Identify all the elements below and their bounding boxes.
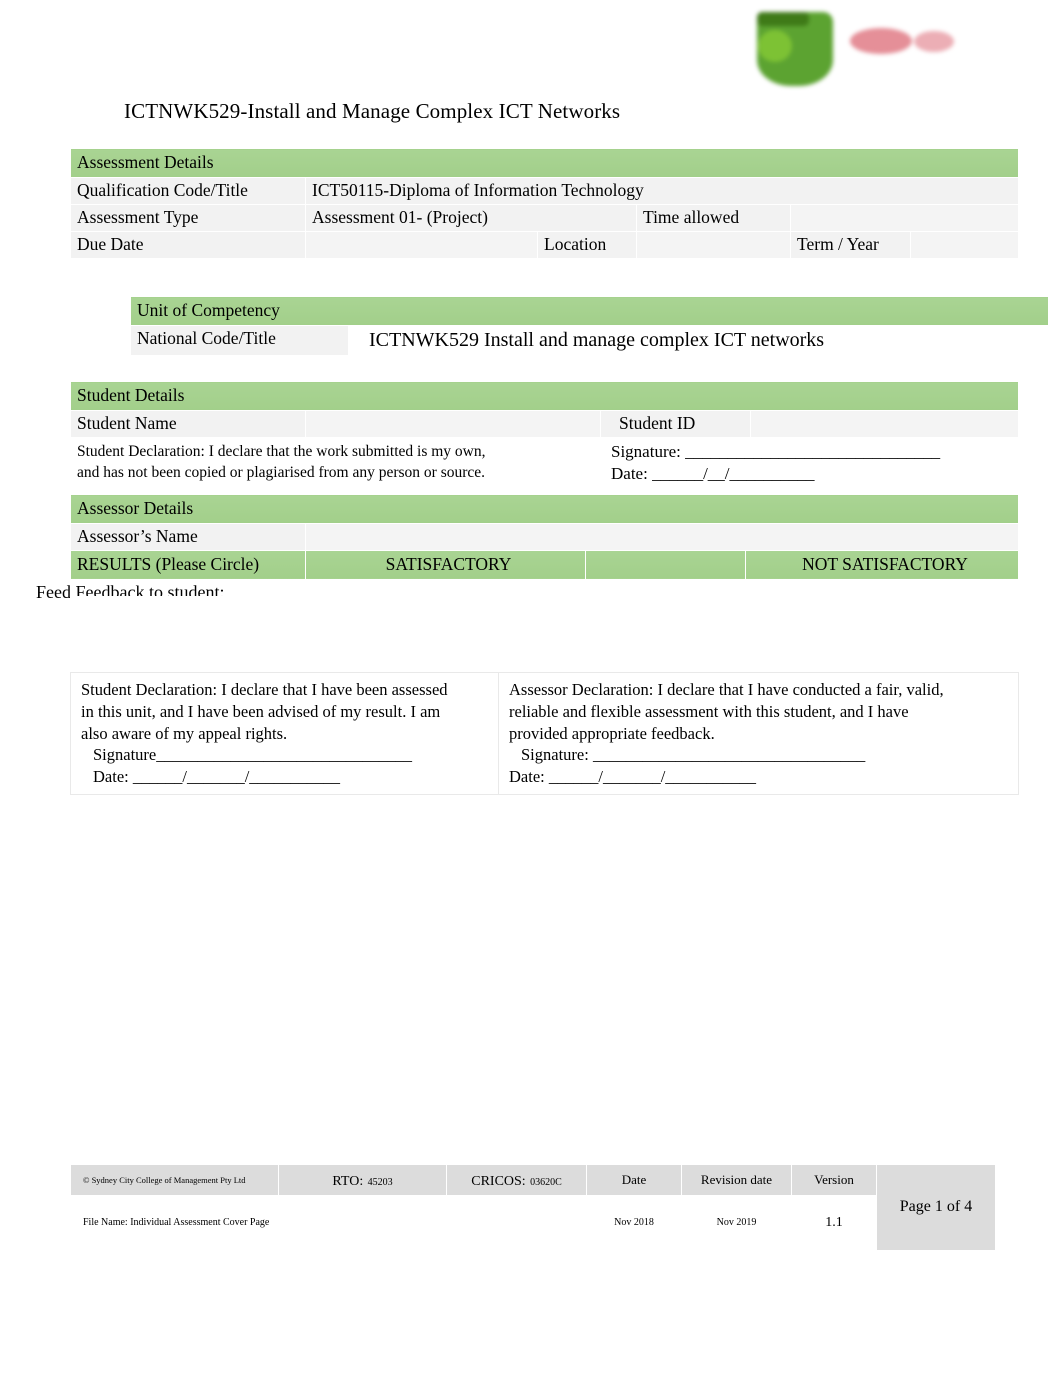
due-date-value[interactable] xyxy=(305,230,538,259)
national-code-value[interactable]: ICTNWK529 Install and manage complex ICT… xyxy=(347,324,1050,356)
student-date-field[interactable]: Date: ______/__/__________ xyxy=(611,463,1018,485)
footer-date-header: Date xyxy=(586,1164,682,1196)
student-decl-line1: Student Declaration: I declare that I ha… xyxy=(81,680,448,699)
due-date-label: Due Date xyxy=(70,230,306,259)
footer-cricos-value: 03620C xyxy=(530,1177,562,1188)
results-spacer xyxy=(585,549,746,580)
page-indicator: Page 1 of 4 xyxy=(876,1164,996,1251)
footer-cricos-cell: CRICOS: 03620C xyxy=(446,1164,587,1196)
assessor-decl-line1: Assessor Declaration: I declare that I h… xyxy=(509,680,944,699)
table-row: Student Details xyxy=(69,381,1020,411)
assessment-type-value[interactable]: Assessment 01- (Project) xyxy=(305,203,637,232)
student-decl-line3: also aware of my appeal rights. xyxy=(81,723,288,743)
table-row: Assessment Type Assessment 01- (Project)… xyxy=(70,203,1020,232)
logo-word-1 xyxy=(850,28,912,54)
assessor-name-label: Assessor’s Name xyxy=(70,522,306,551)
shield-dot-icon xyxy=(758,30,792,62)
footer-date-value: Nov 2018 xyxy=(586,1194,682,1251)
student-decl-signature[interactable]: Signature_______________________________ xyxy=(81,744,490,766)
student-name-value[interactable] xyxy=(305,409,601,438)
student-details-heading: Student Details xyxy=(69,381,1020,411)
logo-word-2 xyxy=(914,31,954,52)
table-row: Student Name Student ID xyxy=(70,409,1020,438)
student-name-label: Student Name xyxy=(70,409,306,438)
unit-competency-heading: Unit of Competency xyxy=(129,296,1050,326)
result-satisfactory-option[interactable]: SATISFACTORY xyxy=(305,549,586,580)
footer-rto-cell: RTO: 45203 xyxy=(278,1164,447,1196)
table-row: Qualification Code/Title ICT50115-Diplom… xyxy=(70,176,1020,205)
footer-file-name: File Name: Individual Assessment Cover P… xyxy=(70,1194,587,1251)
page-title: ICTNWK529-Install and Manage Complex ICT… xyxy=(124,99,621,123)
feedback-input[interactable] xyxy=(70,596,1019,654)
logo-wordmark xyxy=(850,24,955,60)
assessor-details-table: Assessor Details Assessor’s Name RESULTS… xyxy=(69,494,1020,580)
location-value[interactable] xyxy=(636,230,791,259)
footer-version-header: Version xyxy=(791,1164,877,1196)
term-year-label: Term / Year xyxy=(790,230,911,259)
declarations-table: Student Declaration: I declare that I ha… xyxy=(70,672,1019,795)
location-label: Location xyxy=(537,230,637,259)
term-year-value[interactable] xyxy=(909,230,1020,259)
footer-table: © Sydney City College of Management Pty … xyxy=(70,1164,996,1251)
student-id-label: Student ID xyxy=(600,409,751,438)
unit-of-competency-table: Unit of Competency National Code/Title I… xyxy=(129,296,1050,356)
results-label: RESULTS (Please Circle) xyxy=(70,549,306,580)
assessor-details-heading: Assessor Details xyxy=(69,494,1020,524)
qualification-value[interactable]: ICT50115-Diploma of Information Technolo… xyxy=(304,176,1020,205)
time-allowed-label: Time allowed xyxy=(636,203,791,232)
footer-copyright: © Sydney City College of Management Pty … xyxy=(70,1164,279,1196)
time-allowed-value[interactable] xyxy=(789,203,1020,232)
footer-cricos-label: CRICOS: xyxy=(471,1174,526,1189)
footer-revision-value: Nov 2019 xyxy=(681,1194,792,1251)
table-row: Student Declaration: I declare that the … xyxy=(70,436,1020,488)
table-row: Unit of Competency xyxy=(129,296,1050,326)
footer-revision-header: Revision date xyxy=(681,1164,792,1196)
student-signature-field[interactable]: Signature: _____________________________… xyxy=(611,441,1018,463)
footer-rto-value: 45203 xyxy=(367,1177,393,1188)
table-row: Student Declaration: I declare that I ha… xyxy=(70,672,1019,795)
student-id-value[interactable] xyxy=(749,409,1020,438)
assessment-details-table: Assessment Details Qualification Code/Ti… xyxy=(69,148,1020,259)
assessor-decl-line3: provided appropriate feedback. xyxy=(509,723,715,743)
assessment-type-label: Assessment Type xyxy=(70,203,306,232)
assessor-decl-signature[interactable]: Signature: _____________________________… xyxy=(509,744,1010,766)
footer-rto-label: RTO: xyxy=(332,1174,364,1189)
qualification-label: Qualification Code/Title xyxy=(70,176,306,205)
feedback-table xyxy=(70,596,1019,654)
student-declaration-line1: Student Declaration: I declare that the … xyxy=(77,442,486,460)
student-decl-line2: in this unit, and I have been advised of… xyxy=(81,701,441,721)
assessor-declaration-cell: Assessor Declaration: I declare that I h… xyxy=(498,672,1019,795)
table-row: National Code/Title ICTNWK529 Install an… xyxy=(130,324,1050,356)
table-row: RESULTS (Please Circle) SATISFACTORY NOT… xyxy=(70,549,1020,580)
student-declaration-line2: and has not been copied or plagiarised f… xyxy=(77,463,486,481)
footer-version-value: 1.1 xyxy=(791,1194,877,1251)
assessor-decl-line2: reliable and flexible assessment with th… xyxy=(509,701,909,721)
assessment-details-heading: Assessment Details xyxy=(69,148,1020,178)
national-code-label: National Code/Title xyxy=(130,324,349,356)
table-row: © Sydney City College of Management Pty … xyxy=(70,1164,996,1251)
student-declaration-cell: Student Declaration: I declare that I ha… xyxy=(70,672,499,795)
table-row: Assessment Details xyxy=(69,148,1020,178)
table-row: Assessor Details xyxy=(69,494,1020,524)
student-details-table: Student Details Student Name Student ID … xyxy=(69,381,1020,488)
result-not-satisfactory-option[interactable]: NOT SATISFACTORY xyxy=(744,549,1020,580)
table-row: Due Date Location Term / Year xyxy=(70,230,1020,259)
assessor-name-value[interactable] xyxy=(304,522,1020,551)
table-row: Assessor’s Name xyxy=(70,522,1020,551)
table-row xyxy=(70,596,1019,654)
college-logo xyxy=(745,4,960,92)
shield-bar-icon xyxy=(757,12,809,26)
assessor-decl-date[interactable]: Date: ______/_______/___________ xyxy=(509,766,1010,788)
table-row: File Name: Individual Assessment Cover P… xyxy=(70,1194,996,1251)
student-decl-date[interactable]: Date: ______/_______/___________ xyxy=(81,766,490,788)
